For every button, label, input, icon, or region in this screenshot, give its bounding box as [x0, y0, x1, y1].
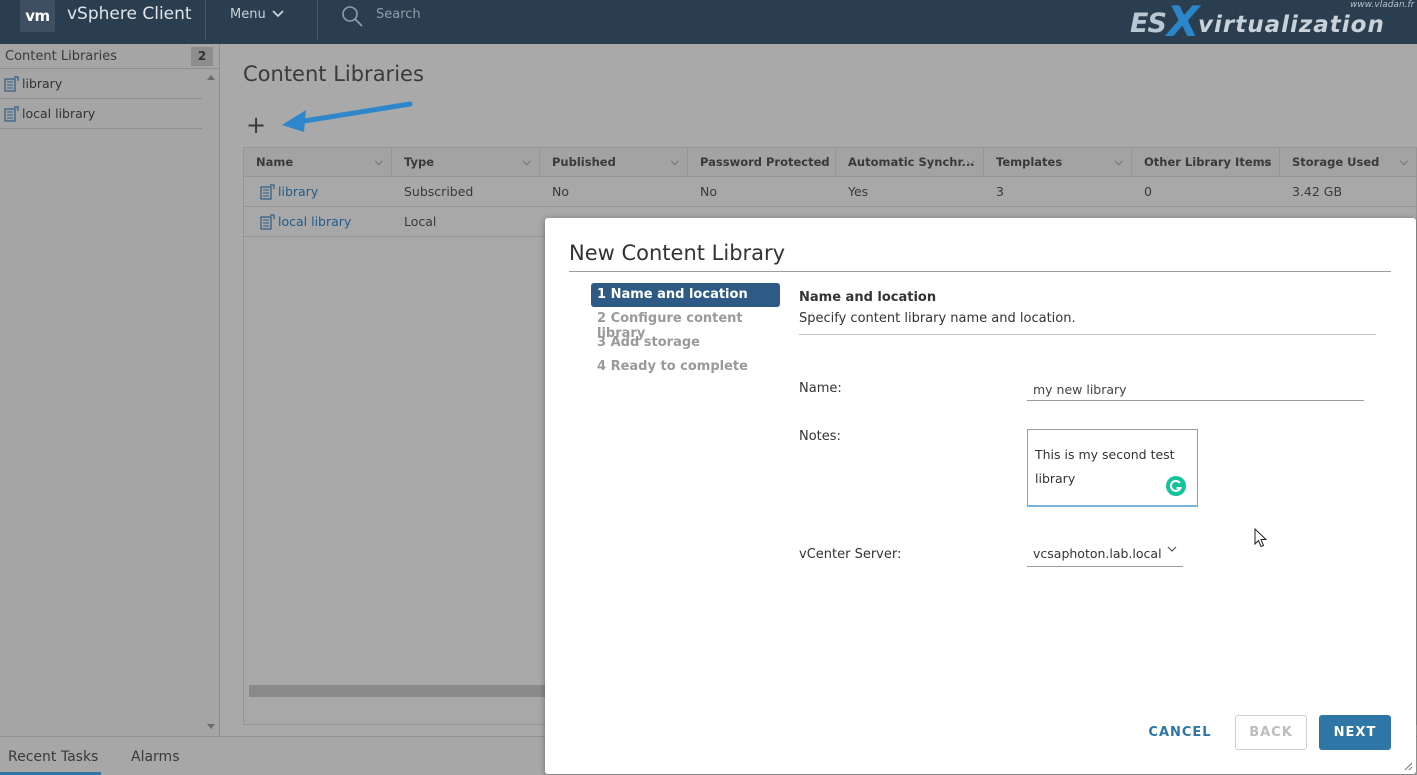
sidebar-item-local-library[interactable]: local library	[0, 99, 202, 129]
pane-title: Name and location	[799, 290, 937, 305]
library-name-link[interactable]: library	[244, 183, 392, 200]
column-header-automatic-sync[interactable]: Automatic Synchr... ⌵	[836, 148, 984, 176]
cancel-button[interactable]: CANCEL	[1140, 715, 1220, 749]
pane-description: Specify content library name and locatio…	[799, 311, 1076, 326]
column-header-other-items[interactable]: Other Library Items ⌵	[1132, 148, 1280, 176]
pane-divider	[799, 334, 1376, 335]
top-navigation-bar: vm vSphere Client Menu Search www.vladan…	[0, 0, 1417, 44]
next-button[interactable]: NEXT	[1319, 715, 1391, 750]
column-header-published[interactable]: Published ⌵	[540, 148, 688, 176]
column-header-templates[interactable]: Templates ⌵	[984, 148, 1132, 176]
dialog-title-divider	[569, 271, 1391, 272]
chevron-down-icon[interactable]: ⌵	[819, 155, 827, 169]
sidebar-item-label: library	[22, 76, 63, 91]
app-title: vSphere Client	[67, 4, 192, 24]
content-library-icon	[4, 105, 19, 122]
vcenter-server-value: vcsaphoton.lab.local	[1033, 546, 1162, 561]
cell-type: Local	[404, 214, 437, 229]
grammarly-icon[interactable]	[1165, 475, 1187, 497]
sidebar-header: Content Libraries 2	[0, 44, 219, 69]
library-count-badge: 2	[191, 47, 213, 66]
notes-label: Notes:	[799, 429, 841, 444]
vmware-logo: vm	[20, 0, 55, 32]
chevron-down-icon[interactable]: ⌵	[1115, 155, 1123, 169]
vcenter-server-select[interactable]: vcsaphoton.lab.local	[1027, 544, 1183, 567]
sidebar-title: Content Libraries	[5, 49, 117, 64]
chevron-down-icon[interactable]: ⌵	[967, 155, 975, 169]
wizard-step-configure[interactable]: 2 Configure content library	[591, 307, 780, 341]
wizard-step-add-storage[interactable]: 3 Add storage	[591, 331, 780, 355]
page-title: Content Libraries	[243, 62, 424, 86]
header-divider	[317, 0, 318, 40]
cell-templates: 3	[996, 184, 1004, 199]
menu-label: Menu	[230, 7, 266, 22]
watermark-es: ES	[1130, 8, 1167, 39]
search-input[interactable]: Search	[376, 7, 421, 22]
column-header-password-protected[interactable]: Password Protected ⌵	[688, 148, 836, 176]
chevron-down-icon[interactable]: ⌵	[375, 155, 383, 169]
column-header-storage-used[interactable]: Storage Used ⌵	[1280, 148, 1416, 176]
vcenter-server-label: vCenter Server:	[799, 547, 902, 562]
tab-alarms[interactable]: Alarms	[131, 749, 180, 765]
header-divider	[205, 0, 206, 40]
sidebar-item-label: local library	[22, 106, 96, 121]
content-library-icon	[260, 183, 275, 200]
grid-header: Name ⌵ Type ⌵ Published ⌵ Password Protecte…	[244, 148, 1416, 177]
column-header-type[interactable]: Type ⌵	[392, 148, 540, 176]
sidebar-scrollbar[interactable]	[205, 72, 217, 732]
new-content-library-dialog: New Content Library 1 Name and location …	[545, 218, 1416, 774]
watermark-x: X	[1167, 0, 1200, 46]
wizard-step-ready[interactable]: 4 Ready to complete	[591, 355, 780, 379]
cell-auto-sync: Yes	[848, 184, 869, 199]
chevron-down-icon	[1167, 546, 1177, 552]
chevron-down-icon[interactable]: ⌵	[523, 155, 531, 169]
table-row[interactable]: library Subscribed No No Yes 3 0 3.42 GB	[244, 177, 1416, 207]
cell-storage-used: 3.42 GB	[1292, 184, 1343, 199]
name-label: Name:	[799, 381, 842, 396]
chevron-down-icon	[272, 10, 284, 18]
cell-published: No	[552, 184, 569, 199]
column-header-name[interactable]: Name ⌵	[244, 148, 392, 176]
resize-handle-icon[interactable]	[1404, 762, 1413, 771]
chevron-down-icon[interactable]: ⌵	[671, 155, 679, 169]
library-name-link[interactable]: local library	[244, 213, 392, 230]
watermark-url: www.vladan.fr	[1350, 0, 1415, 10]
wizard-step-name-location[interactable]: 1 Name and location	[591, 283, 780, 307]
dialog-title: New Content Library	[569, 241, 786, 265]
sidebar: Content Libraries 2 library local librar…	[0, 44, 220, 736]
tab-recent-tasks[interactable]: Recent Tasks	[8, 749, 98, 765]
search-icon[interactable]	[340, 4, 364, 28]
cell-password-protected: No	[700, 184, 717, 199]
menu-button[interactable]: Menu	[230, 7, 284, 22]
mouse-cursor-icon	[1254, 528, 1268, 548]
chevron-down-icon[interactable]: ⌵	[1400, 155, 1408, 169]
watermark-virtualization: virtualization	[1198, 12, 1385, 38]
content-library-icon	[260, 213, 275, 230]
grid-horizontal-scrollbar[interactable]	[249, 685, 549, 697]
chevron-down-icon[interactable]: ⌵	[1263, 155, 1271, 169]
name-input[interactable]	[1027, 378, 1364, 401]
sidebar-item-library[interactable]: library	[0, 69, 202, 99]
add-library-button[interactable]: +	[246, 113, 266, 137]
annotation-arrow-icon	[282, 101, 413, 132]
content-library-icon	[4, 75, 19, 92]
cell-type: Subscribed	[404, 184, 474, 199]
back-button[interactable]: BACK	[1235, 715, 1307, 750]
cell-other-items: 0	[1144, 184, 1152, 199]
